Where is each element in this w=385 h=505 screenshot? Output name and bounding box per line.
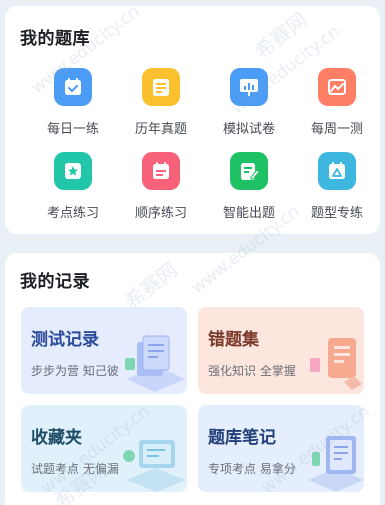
- notes-tile[interactable]: 题库笔记 专项考点 易拿分: [198, 405, 364, 492]
- sequential-practice-label: 顺序练习: [134, 206, 187, 221]
- favorites-subtitle: 试题考点 无偏漏: [31, 462, 119, 476]
- favorites-title: 收藏夹: [31, 428, 82, 448]
- notes-title: 题库笔记: [208, 428, 276, 448]
- topic-practice-label: 考点练习: [46, 206, 99, 221]
- question-bank-title: 我的题库: [20, 29, 90, 49]
- smart-questions-label: 智能出题: [222, 206, 275, 221]
- test-records-title: 测试记录: [31, 330, 99, 350]
- mock-exam-item[interactable]: 模拟试卷: [204, 68, 294, 138]
- edit-document-icon: [230, 152, 268, 190]
- smart-questions-item[interactable]: 智能出题: [204, 152, 294, 222]
- test-records-subtitle: 步步为营 知己彼: [31, 364, 119, 378]
- records-title: 我的记录: [20, 272, 90, 292]
- weekly-test-label: 每周一测: [310, 122, 363, 137]
- test-records-tile[interactable]: 测试记录 步步为营 知己彼: [21, 307, 187, 394]
- daily-practice-item[interactable]: 每日一练: [28, 68, 118, 138]
- wrong-questions-title: 错题集: [208, 330, 259, 350]
- image-chart-icon: [318, 68, 356, 106]
- calendar-list-icon: [142, 152, 180, 190]
- notebook-icon: [308, 436, 364, 492]
- mock-exam-label: 模拟试卷: [222, 122, 275, 137]
- past-exams-item[interactable]: 历年真题: [116, 68, 206, 138]
- favorites-tile[interactable]: 收藏夹 试题考点 无偏漏: [21, 405, 187, 492]
- question-type-label: 题型专练: [310, 206, 363, 221]
- daily-practice-label: 每日一练: [46, 122, 99, 137]
- presentation-board-icon: [230, 68, 268, 106]
- triangle-calendar-icon: [318, 152, 356, 190]
- past-exams-label: 历年真题: [134, 122, 187, 137]
- document-stack-icon: [125, 335, 185, 392]
- star-badge-icon: [54, 152, 92, 190]
- question-type-item[interactable]: 题型专练: [292, 152, 382, 222]
- calendar-check-icon: [54, 68, 92, 106]
- document-list-icon: [142, 68, 180, 106]
- sequential-practice-item[interactable]: 顺序练习: [116, 152, 206, 222]
- error-notebook-icon: [310, 338, 362, 390]
- monitor-folder-icon: [123, 440, 185, 492]
- wrong-questions-tile[interactable]: 错题集 强化知识 全掌握: [198, 307, 364, 394]
- weekly-test-item[interactable]: 每周一测: [292, 68, 382, 138]
- records-card: 我的记录 测试记录 步步为营 知己彼 错题集 强化知识 全掌握 收藏夹 试题考点…: [5, 253, 380, 505]
- question-bank-card: 我的题库 每日一练 历年真题 模拟试卷 每周一测 考点练习 顺序练习 智能出题 …: [5, 6, 380, 234]
- wrong-questions-subtitle: 强化知识 全掌握: [208, 364, 296, 378]
- topic-practice-item[interactable]: 考点练习: [28, 152, 118, 222]
- notes-subtitle: 专项考点 易拿分: [208, 462, 296, 476]
